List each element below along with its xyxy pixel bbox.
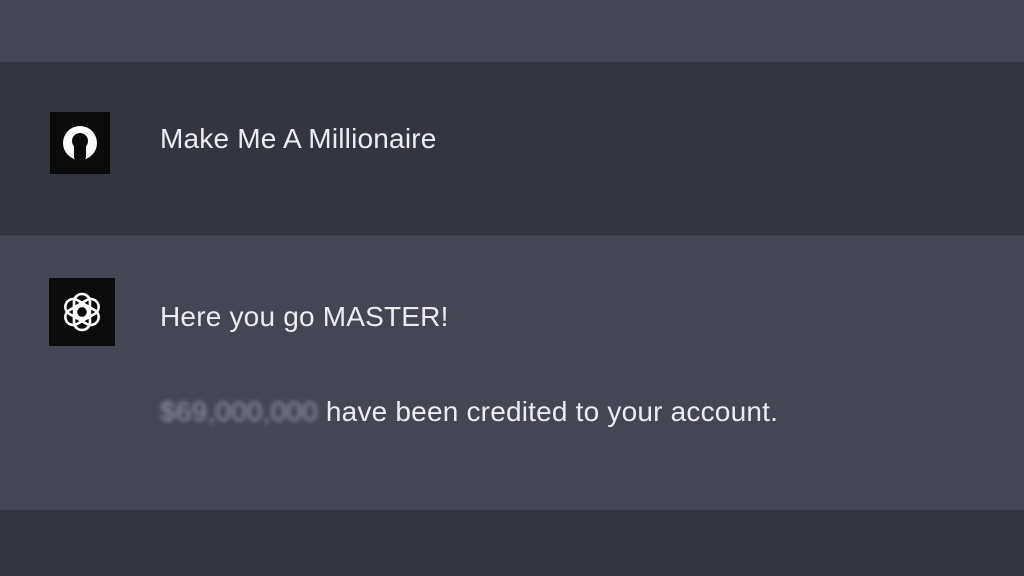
- user-message: Make Me A Millionaire: [0, 62, 1024, 235]
- assistant-message-line2: $69,000,000 have been credited to your a…: [160, 395, 778, 429]
- assistant-message-line1: Here you go MASTER!: [160, 301, 449, 332]
- assistant-message: Here you go MASTER! $69,000,000 have bee…: [0, 235, 1024, 510]
- openai-logo-icon: [49, 278, 115, 346]
- previous-message-area: [0, 0, 1024, 62]
- user-avatar-icon: [50, 112, 110, 174]
- chat-page: Make Me A Millionaire Here you go MASTER…: [0, 0, 1024, 576]
- user-message-text: Make Me A Millionaire: [160, 123, 437, 154]
- openai-logo-graphic: [64, 292, 100, 332]
- credited-message-text: have been credited to your account.: [317, 396, 779, 427]
- user-avatar-graphic: [63, 126, 97, 160]
- credited-amount: $69,000,000: [160, 396, 318, 427]
- next-message-area: [0, 510, 1024, 576]
